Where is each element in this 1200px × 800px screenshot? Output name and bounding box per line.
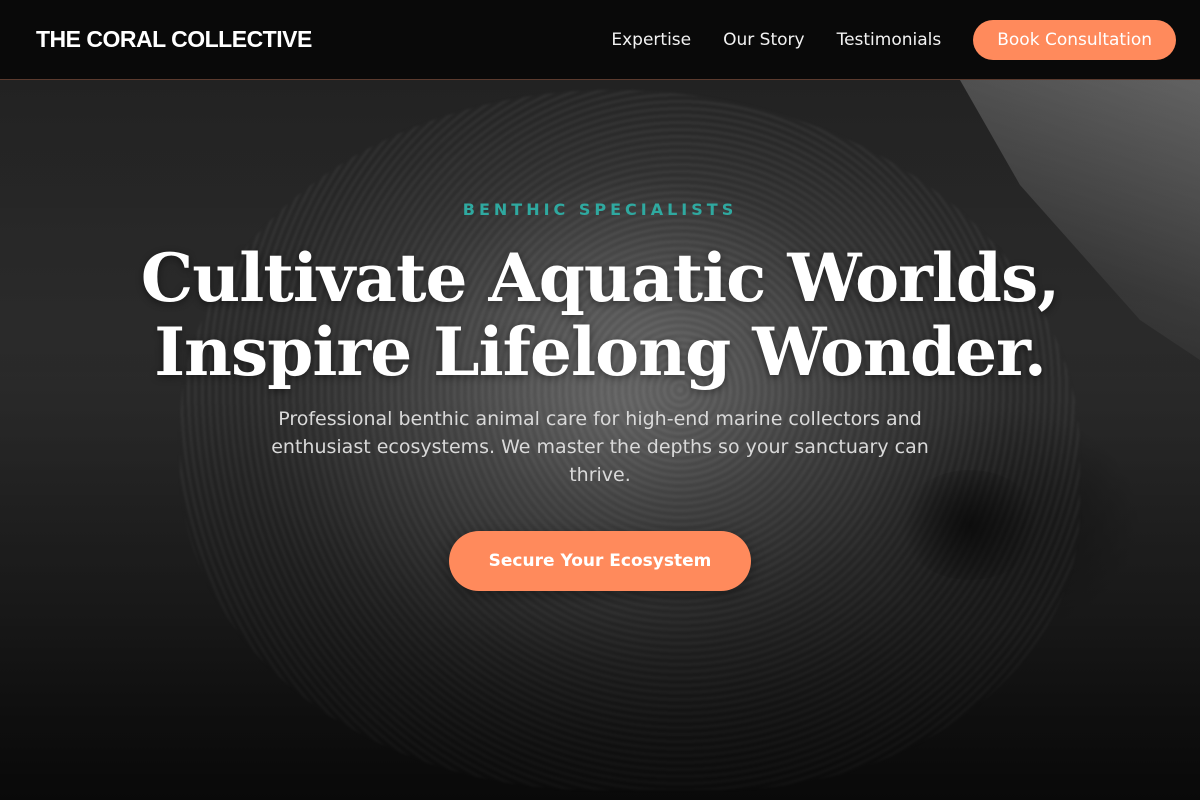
nav-link-our-story[interactable]: Our Story <box>723 30 804 50</box>
top-navbar: THE CORAL COLLECTIVE Expertise Our Story… <box>0 0 1200 80</box>
hero-headline-line-1: Cultivate Aquatic Worlds, <box>140 239 1060 317</box>
book-consultation-button[interactable]: Book Consultation <box>973 19 1176 60</box>
hero-eyebrow: BENTHIC SPECIALISTS <box>462 200 738 219</box>
hero-content: BENTHIC SPECIALISTS Cultivate Aquatic Wo… <box>0 200 1200 591</box>
hero-headline: Cultivate Aquatic Worlds, Inspire Lifelo… <box>0 241 1200 389</box>
hero-subtext: Professional benthic animal care for hig… <box>271 408 929 486</box>
hero-headline-line-2: Inspire Lifelong Wonder. <box>154 313 1047 391</box>
secure-ecosystem-button[interactable]: Secure Your Ecosystem <box>448 531 752 591</box>
nav-links: Expertise Our Story Testimonials Book Co… <box>611 19 1176 60</box>
nav-link-testimonials[interactable]: Testimonials <box>837 30 942 50</box>
brand-logo[interactable]: THE CORAL COLLECTIVE <box>36 26 312 53</box>
nav-link-expertise[interactable]: Expertise <box>611 30 691 50</box>
